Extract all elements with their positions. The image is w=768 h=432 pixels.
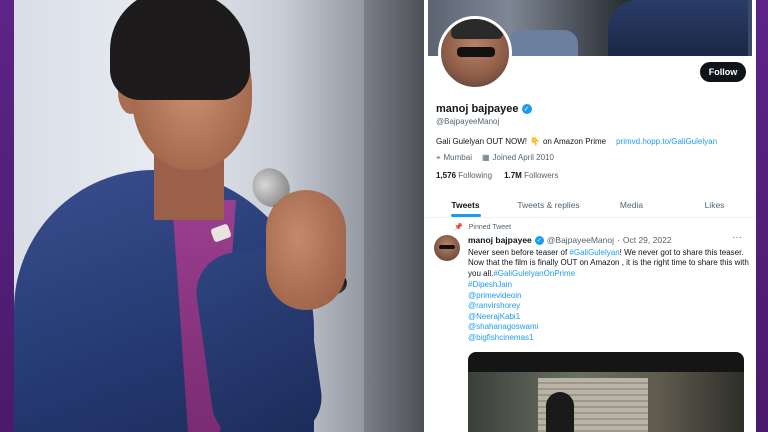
tweet-video-thumbnail[interactable] <box>468 352 744 432</box>
tweet-separator: · <box>617 235 620 245</box>
tweet-mentions: #DipeshJain @primevideoin @ranvirshorey … <box>468 280 538 344</box>
background-curtain <box>364 0 424 432</box>
hashtag-link[interactable]: #GaliGulelyan <box>569 248 619 257</box>
profile-handle: @BajpayeeManoj <box>436 117 500 126</box>
profile-name-row: manoj bajpayee ✓ <box>436 103 532 115</box>
tab-media[interactable]: Media <box>590 192 673 217</box>
location-pin-icon: ⌖ <box>436 153 441 162</box>
profile-avatar[interactable] <box>438 16 512 90</box>
tweet-text-1: Never seen before teaser of <box>468 248 570 257</box>
following-label: Following <box>458 171 493 180</box>
profile-stats: 1,576 Following 1.7M Followers <box>436 171 558 180</box>
profile-bio: Gali Gulelyan OUT NOW! 👇 on Amazon Prime pr… <box>436 137 717 146</box>
pinned-text: Pinned Tweet <box>468 224 512 231</box>
tab-tweets-replies[interactable]: Tweets & replies <box>507 192 590 217</box>
following-count: 1,576 <box>436 171 457 180</box>
pointing-down-icon: 👇 <box>529 137 540 146</box>
calendar-icon: ▦ <box>481 153 490 162</box>
following-link[interactable]: 1,576 Following <box>436 171 492 180</box>
verified-badge-icon: ✓ <box>534 235 544 245</box>
followers-link[interactable]: 1.7M Followers <box>504 171 558 180</box>
mention-link[interactable]: @bigfishcinemas1 <box>468 333 538 344</box>
verified-badge-icon: ✓ <box>521 104 532 114</box>
hair <box>110 0 250 100</box>
bio-text: Gali Gulelyan OUT NOW! <box>436 137 527 146</box>
bio-suffix: on Amazon Prime <box>542 137 607 146</box>
hashtag-link[interactable]: #GaliGulelyanOnPrime <box>493 269 575 278</box>
tab-tweets[interactable]: Tweets <box>424 192 507 217</box>
tweet-author-handle: @BajpayeeManoj <box>546 235 615 245</box>
display-name: manoj bajpayee <box>436 103 519 115</box>
follow-button[interactable]: Follow <box>700 62 746 82</box>
twitter-profile-panel: Follow manoj bajpayee ✓ @BajpayeeManoj G… <box>424 0 756 432</box>
tweet-author-name[interactable]: manoj bajpayee <box>468 235 532 245</box>
more-options-icon[interactable]: ··· <box>732 232 742 243</box>
bio-link[interactable]: primvd.hopp.to/GaliGulelyan <box>616 137 717 146</box>
tweet-date[interactable]: Oct 29, 2022 <box>623 235 672 245</box>
profile-tabs: Tweets Tweets & replies Media Likes <box>424 192 756 218</box>
pinned-tweet-label: 📌 Pinned Tweet <box>454 223 511 231</box>
mention-link[interactable]: @primevideoin <box>468 291 538 302</box>
location-text: Mumbai <box>443 153 472 162</box>
followers-count: 1.7M <box>504 171 522 180</box>
joined-text: Joined April 2010 <box>492 153 554 162</box>
tweet-header: manoj bajpayee ✓ @BajpayeeManoj · Oct 29… <box>468 235 672 245</box>
followers-label: Followers <box>524 171 559 180</box>
profile-meta: ⌖ Mumbai ▦ Joined April 2010 <box>436 153 554 163</box>
tweet-body: Never seen before teaser of #GaliGulelya… <box>468 248 750 279</box>
hand <box>266 190 346 310</box>
mention-link[interactable]: @NeerajKabi1 <box>468 312 538 323</box>
tweet-author-avatar[interactable] <box>434 235 460 261</box>
mention-link[interactable]: #DipeshJain <box>468 280 538 291</box>
actor-photo <box>14 0 424 432</box>
mention-link[interactable]: @ranvirshorey <box>468 301 538 312</box>
pin-icon: 📌 <box>454 224 463 231</box>
tab-likes[interactable]: Likes <box>673 192 756 217</box>
mention-link[interactable]: @shahanagoswami <box>468 322 538 333</box>
